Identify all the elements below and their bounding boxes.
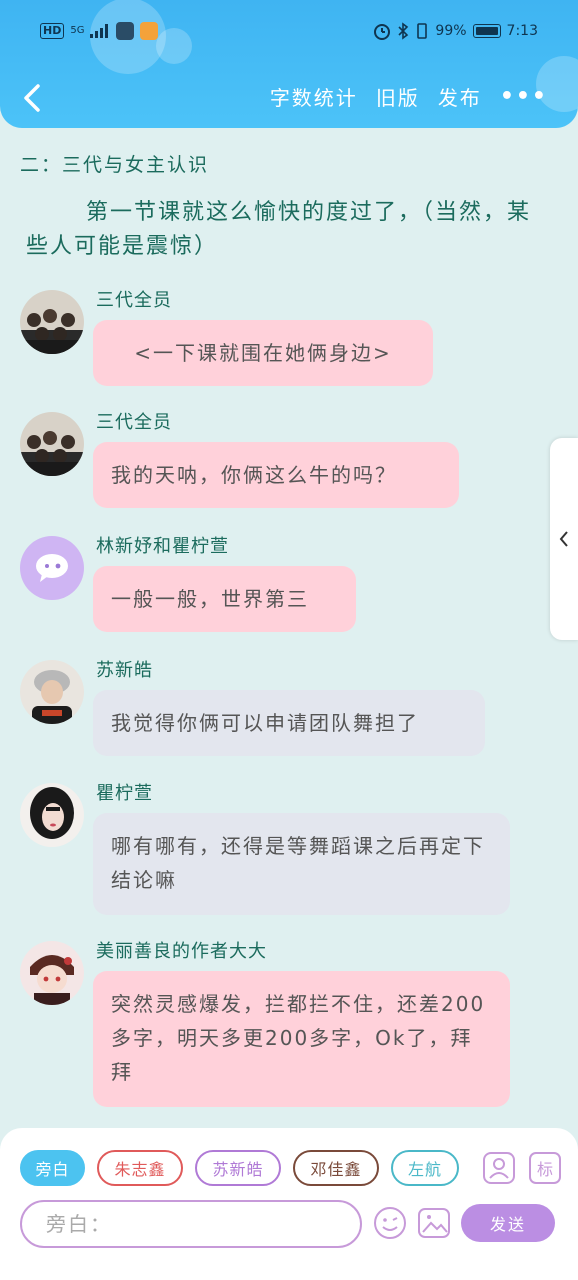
app-notification-icon	[116, 22, 135, 40]
nav-bar: 字数统计 旧版 发布 •••	[0, 78, 578, 118]
status-bar: HD 5G 99% 7:13	[0, 18, 578, 52]
message-bubble: 突然灵感爆发，拦都拦不住，还差200多字，明天多更200多字，Ok了，拜拜	[93, 971, 510, 1107]
alarm-icon	[374, 24, 391, 40]
clock: 7:13	[506, 23, 538, 39]
narration-text: 第一节课就这么愉快的度过了，（当然，某些人可能是震惊）	[26, 200, 532, 259]
publish-button[interactable]: 发布	[438, 82, 482, 111]
signal-icon	[90, 24, 109, 38]
battery-icon	[472, 24, 501, 38]
hd-indicator: HD	[40, 23, 65, 39]
avatar[interactable]	[20, 660, 84, 724]
chevron-left-icon	[559, 531, 568, 547]
role-chip[interactable]: 朱志鑫	[97, 1150, 183, 1186]
avatar[interactable]	[20, 536, 84, 600]
message-bubble: 哪有哪有，还得是等舞蹈课之后再定下结论嘛	[93, 813, 510, 915]
avatar[interactable]	[20, 412, 84, 476]
old-version-button[interactable]: 旧版	[376, 82, 420, 111]
message-bubble: 我的天呐，你俩这么牛的吗？	[93, 442, 459, 508]
signal-label: 5G	[70, 25, 85, 36]
vibrate-icon	[417, 23, 428, 39]
role-chip[interactable]: 苏新皓	[195, 1150, 281, 1186]
bluetooth-icon	[398, 22, 409, 40]
message-bubble: 我觉得你俩可以申请团队舞担了	[93, 690, 485, 756]
sender-name: 林新妤和瞿柠萱	[96, 536, 229, 557]
sender-name: 瞿柠萱	[96, 783, 153, 804]
image-icon[interactable]	[417, 1206, 451, 1240]
sender-name: 三代全员	[96, 412, 172, 433]
top-header: HD 5G 99% 7:13 字数统计 旧版 发布 •••	[0, 0, 578, 128]
sender-name: 苏新皓	[96, 660, 153, 681]
role-chip[interactable]: 左航	[391, 1150, 459, 1186]
message-input[interactable]: 旁白：	[20, 1200, 362, 1248]
more-menu-icon[interactable]: •••	[500, 84, 548, 109]
back-arrow-icon[interactable]	[18, 80, 48, 116]
avatar[interactable]	[20, 941, 84, 1005]
send-button[interactable]: 发送	[461, 1204, 555, 1242]
game-notification-icon	[140, 22, 159, 40]
word-count-button[interactable]: 字数统计	[270, 82, 358, 111]
sender-name: 美丽善良的作者大大	[96, 941, 267, 962]
sender-name: 三代全员	[96, 290, 172, 311]
avatar[interactable]	[20, 783, 84, 847]
side-panel-toggle[interactable]	[550, 438, 578, 640]
avatar[interactable]	[20, 290, 84, 354]
message-bubble: <一下课就围在她俩身边>	[93, 320, 433, 386]
tag-icon[interactable]: 标	[529, 1152, 561, 1184]
character-icon[interactable]	[483, 1152, 515, 1184]
chapter-title: 二：三代与女主认识	[20, 154, 210, 176]
role-chip-narrator[interactable]: 旁白	[20, 1150, 85, 1186]
composer-panel: 旁白 朱志鑫 苏新皓 邓佳鑫 左航 标 旁白： 发送	[0, 1128, 578, 1280]
message-bubble: 一般一般，世界第三	[93, 566, 356, 632]
battery-percent: 99%	[435, 23, 467, 39]
role-chip[interactable]: 邓佳鑫	[293, 1150, 379, 1186]
emoji-icon[interactable]	[373, 1206, 407, 1240]
